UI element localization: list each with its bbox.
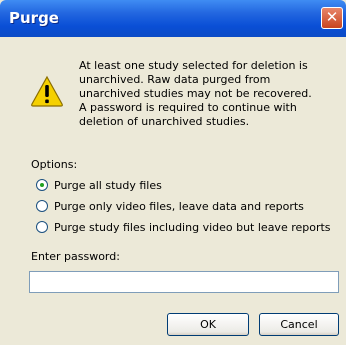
message-line: unarchived. Raw data purged from xyxy=(79,73,271,86)
radio-purge-video-only[interactable]: Purge only video files, leave data and r… xyxy=(36,198,304,214)
radio-label[interactable]: Purge study files including video but le… xyxy=(54,221,331,234)
radio-button[interactable] xyxy=(36,179,48,191)
close-button[interactable]: ✕ xyxy=(321,7,343,29)
title-bar[interactable]: Purge ✕ xyxy=(0,0,346,37)
dialog-body: At least one study selected for deletion… xyxy=(0,37,346,345)
warning-message: At least one study selected for deletion… xyxy=(79,59,329,129)
radio-button[interactable] xyxy=(36,221,48,233)
message-line: A password is required to continue with xyxy=(79,101,297,114)
message-line: At least one study selected for deletion… xyxy=(79,59,308,72)
radio-purge-keep-reports[interactable]: Purge study files including video but le… xyxy=(36,219,331,235)
password-field[interactable] xyxy=(29,271,339,293)
cancel-button[interactable]: Cancel xyxy=(259,313,339,336)
purge-dialog: Purge ✕ At least one study selected for … xyxy=(0,0,346,345)
radio-label[interactable]: Purge all study files xyxy=(54,179,162,192)
ok-button[interactable]: OK xyxy=(167,313,249,336)
warning-icon xyxy=(31,75,63,107)
message-line: deletion of unarchived studies. xyxy=(79,115,250,128)
password-label: Enter password: xyxy=(31,250,120,263)
options-label: Options: xyxy=(31,158,78,171)
radio-button[interactable] xyxy=(36,200,48,212)
radio-label[interactable]: Purge only video files, leave data and r… xyxy=(54,200,304,213)
message-line: unarchived studies may not be recovered. xyxy=(79,87,312,100)
radio-purge-all[interactable]: Purge all study files xyxy=(36,177,162,193)
window-title: Purge xyxy=(9,9,59,27)
